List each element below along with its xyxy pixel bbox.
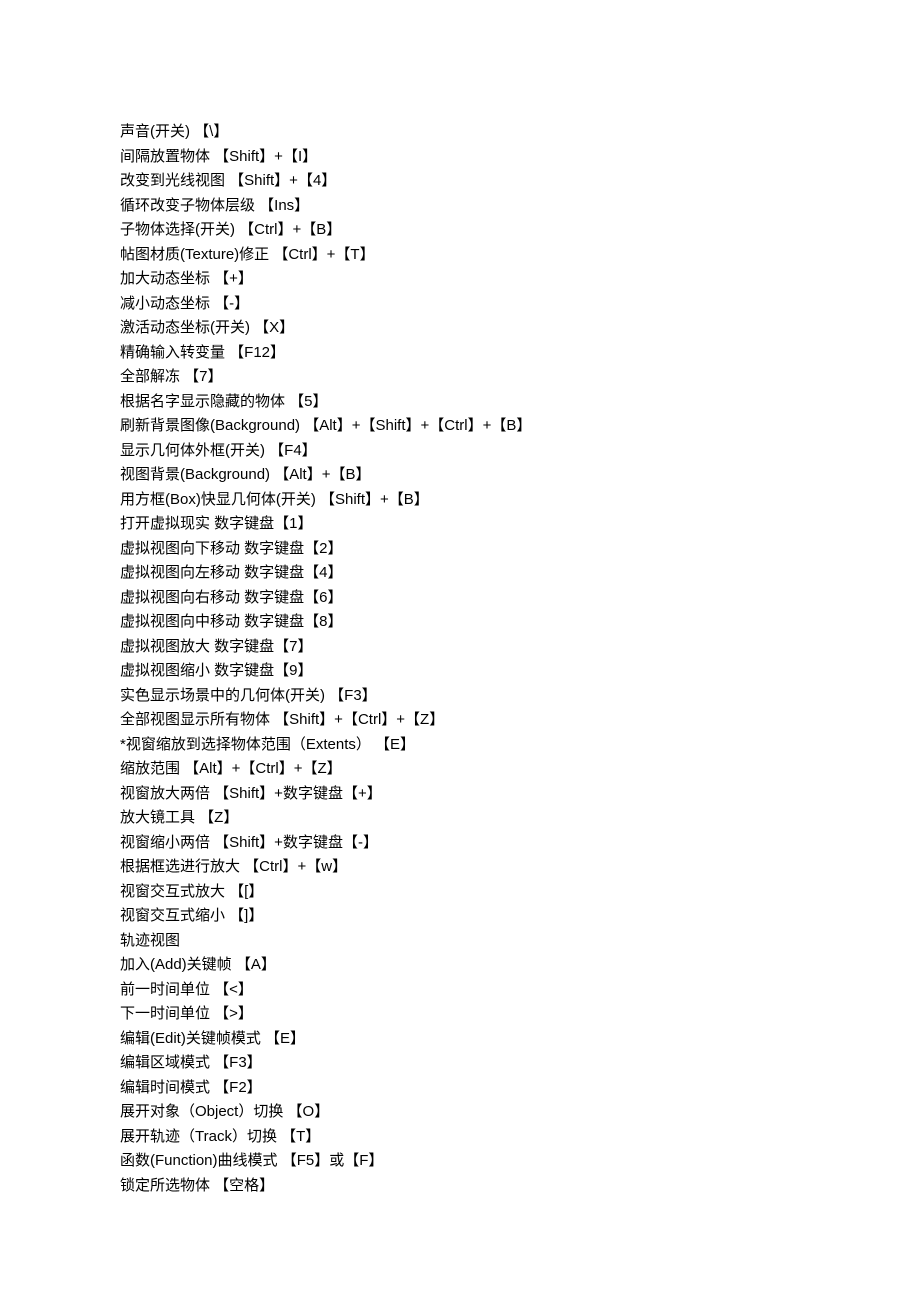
shortcut-line: 打开虚拟现实 数字键盘【1】: [120, 512, 920, 537]
shortcut-line: 编辑时间模式 【F2】: [120, 1076, 920, 1101]
shortcut-line: 虚拟视图向中移动 数字键盘【8】: [120, 610, 920, 635]
shortcut-line: 锁定所选物体 【空格】: [120, 1174, 920, 1199]
shortcut-list: 声音(开关) 【\】间隔放置物体 【Shift】+【I】改变到光线视图 【Shi…: [120, 120, 920, 1198]
shortcut-line: 减小动态坐标 【-】: [120, 292, 920, 317]
shortcut-line: 下一时间单位 【>】: [120, 1002, 920, 1027]
shortcut-line: 视窗缩小两倍 【Shift】+数字键盘【-】: [120, 831, 920, 856]
shortcut-line: 改变到光线视图 【Shift】+【4】: [120, 169, 920, 194]
shortcut-line: 虚拟视图向左移动 数字键盘【4】: [120, 561, 920, 586]
shortcut-line: 虚拟视图缩小 数字键盘【9】: [120, 659, 920, 684]
shortcut-line: *视窗缩放到选择物体范围（Extents） 【E】: [120, 733, 920, 758]
shortcut-line: 声音(开关) 【\】: [120, 120, 920, 145]
shortcut-line: 前一时间单位 【<】: [120, 978, 920, 1003]
shortcut-line: 循环改变子物体层级 【Ins】: [120, 194, 920, 219]
shortcut-line: 全部解冻 【7】: [120, 365, 920, 390]
shortcut-line: 用方框(Box)快显几何体(开关) 【Shift】+【B】: [120, 488, 920, 513]
shortcut-line: 实色显示场景中的几何体(开关) 【F3】: [120, 684, 920, 709]
shortcut-line: 激活动态坐标(开关) 【X】: [120, 316, 920, 341]
shortcut-line: 精确输入转变量 【F12】: [120, 341, 920, 366]
shortcut-line: 轨迹视图: [120, 929, 920, 954]
shortcut-line: 编辑区域模式 【F3】: [120, 1051, 920, 1076]
shortcut-line: 加大动态坐标 【+】: [120, 267, 920, 292]
shortcut-line: 加入(Add)关键帧 【A】: [120, 953, 920, 978]
shortcut-line: 编辑(Edit)关键帧模式 【E】: [120, 1027, 920, 1052]
shortcut-line: 视窗交互式放大 【[】: [120, 880, 920, 905]
shortcut-line: 缩放范围 【Alt】+【Ctrl】+【Z】: [120, 757, 920, 782]
shortcut-line: 刷新背景图像(Background) 【Alt】+【Shift】+【Ctrl】+…: [120, 414, 920, 439]
shortcut-line: 子物体选择(开关) 【Ctrl】+【B】: [120, 218, 920, 243]
shortcut-line: 展开对象（Object）切换 【O】: [120, 1100, 920, 1125]
shortcut-line: 间隔放置物体 【Shift】+【I】: [120, 145, 920, 170]
shortcut-line: 虚拟视图向右移动 数字键盘【6】: [120, 586, 920, 611]
shortcut-line: 展开轨迹（Track）切换 【T】: [120, 1125, 920, 1150]
shortcut-line: 全部视图显示所有物体 【Shift】+【Ctrl】+【Z】: [120, 708, 920, 733]
shortcut-line: 放大镜工具 【Z】: [120, 806, 920, 831]
shortcut-line: 函数(Function)曲线模式 【F5】或【F】: [120, 1149, 920, 1174]
shortcut-line: 显示几何体外框(开关) 【F4】: [120, 439, 920, 464]
shortcut-line: 根据框选进行放大 【Ctrl】+【w】: [120, 855, 920, 880]
shortcut-line: 视窗放大两倍 【Shift】+数字键盘【+】: [120, 782, 920, 807]
shortcut-line: 根据名字显示隐藏的物体 【5】: [120, 390, 920, 415]
shortcut-line: 视窗交互式缩小 【]】: [120, 904, 920, 929]
shortcut-line: 帖图材质(Texture)修正 【Ctrl】+【T】: [120, 243, 920, 268]
shortcut-line: 视图背景(Background) 【Alt】+【B】: [120, 463, 920, 488]
shortcut-line: 虚拟视图向下移动 数字键盘【2】: [120, 537, 920, 562]
shortcut-line: 虚拟视图放大 数字键盘【7】: [120, 635, 920, 660]
